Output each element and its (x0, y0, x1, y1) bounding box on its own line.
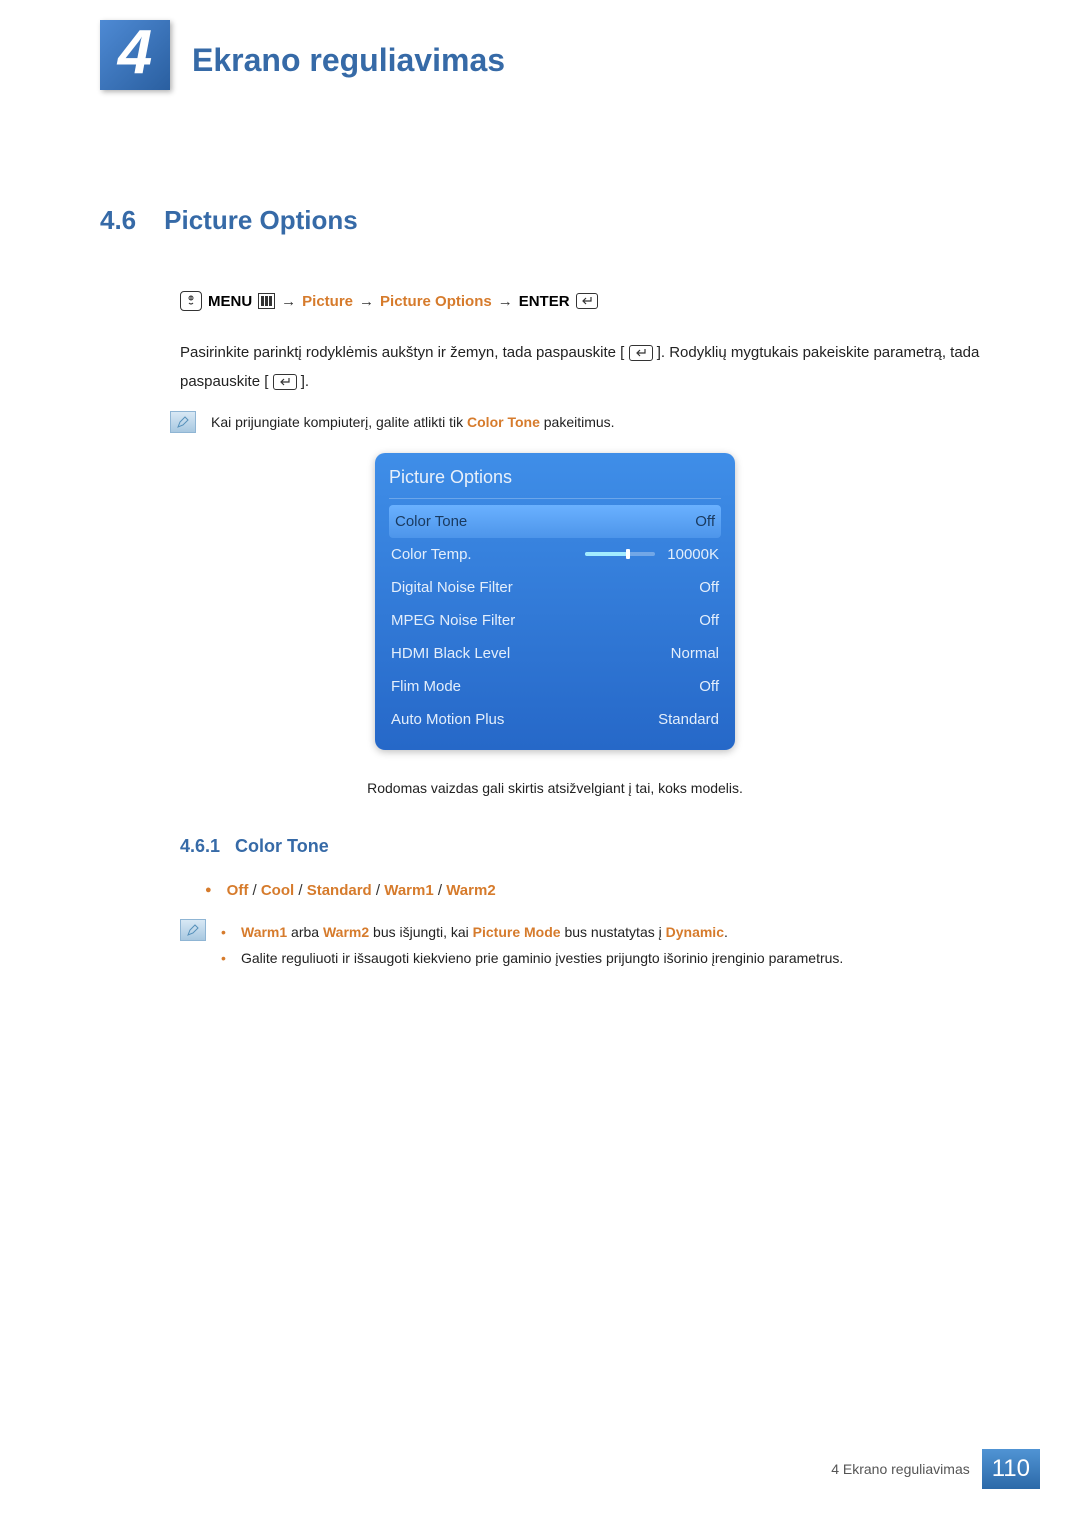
content-area: 4.6 Picture Options MENU → Picture → Pic… (0, 90, 1080, 972)
osd-caption: Rodomas vaizdas gali skirtis atsižvelgia… (100, 780, 1010, 796)
osd-row-label: Color Temp. (391, 546, 472, 563)
note-pencil-icon (180, 919, 206, 941)
osd-row[interactable]: HDMI Black Level Normal (389, 637, 721, 670)
osd-picture-options-panel: Picture Options Color Tone Off Color Temp.… (375, 453, 735, 750)
osd-row-value: Off (699, 678, 719, 695)
arrow-icon: → (498, 293, 513, 310)
note-list: Warm1 arba Warm2 bus išjungti, kai Pictu… (221, 919, 1010, 972)
osd-row-label: Digital Noise Filter (391, 579, 513, 596)
menu-label: MENU (208, 293, 252, 310)
separator: / (434, 882, 447, 899)
page-number: 110 (982, 1449, 1040, 1489)
osd-row-value: Off (699, 612, 719, 629)
osd-row-value: Off (699, 579, 719, 596)
osd-row-label: MPEG Noise Filter (391, 612, 515, 629)
subsection-number: 4.6.1 (180, 836, 220, 857)
note-block: Kai prijungiate kompiuterį, galite atlik… (170, 411, 1010, 435)
osd-row-value: Normal (671, 645, 719, 662)
osd-row-label: Color Tone (395, 513, 467, 530)
osd-row-label: HDMI Black Level (391, 645, 510, 662)
subsection-heading: 4.6.1 Color Tone (180, 836, 1010, 857)
option-value: Cool (261, 882, 294, 899)
separator: / (294, 882, 307, 899)
enter-button-icon (576, 293, 598, 309)
color-tone-options: ● Off / Cool / Standard / Warm1 / Warm2 (205, 882, 1010, 899)
section-number: 4.6 (100, 205, 136, 236)
osd-row[interactable]: Color Tone Off (389, 505, 721, 538)
osd-row-value: 10000K (585, 546, 719, 563)
note-list-item: Galite reguliuoti ir išsaugoti kiekvieno… (221, 945, 1010, 972)
subsection-title: Color Tone (235, 836, 329, 857)
page-header: 4 Ekrano reguliavimas (0, 0, 1080, 90)
separator: / (372, 882, 385, 899)
osd-row[interactable]: Auto Motion Plus Standard (389, 703, 721, 736)
osd-row-label: Auto Motion Plus (391, 711, 504, 728)
osd-row-value: Standard (658, 711, 719, 728)
osd-row[interactable]: Color Temp. 10000K (389, 538, 721, 571)
separator: / (248, 882, 261, 899)
note-list-item: Warm1 arba Warm2 bus išjungti, kai Pictu… (221, 919, 1010, 946)
note-text: Kai prijungiate kompiuterį, galite atlik… (211, 411, 615, 435)
option-value: Off (227, 882, 249, 899)
arrow-icon: → (359, 293, 374, 310)
path-picture: Picture (302, 293, 353, 310)
slider-icon (585, 552, 655, 556)
remote-button-icon (180, 291, 202, 311)
section-heading: 4.6 Picture Options (100, 205, 1010, 236)
option-value: Standard (307, 882, 372, 899)
intro-paragraph: Pasirinkite parinktį rodyklėmis aukštyn … (180, 339, 1010, 396)
menu-navigation-path: MENU → Picture → Picture Options → ENTER (180, 291, 1010, 311)
note-pencil-icon (170, 411, 196, 433)
path-picture-options: Picture Options (380, 293, 492, 310)
chapter-number-badge: 4 (100, 20, 170, 90)
chapter-title: Ekrano reguliavimas (192, 42, 505, 79)
menu-grid-icon (258, 293, 275, 309)
arrow-icon: → (281, 293, 296, 310)
osd-title: Picture Options (389, 467, 721, 499)
note-block: Warm1 arba Warm2 bus išjungti, kai Pictu… (180, 919, 1010, 972)
osd-row[interactable]: Digital Noise Filter Off (389, 571, 721, 604)
osd-row[interactable]: MPEG Noise Filter Off (389, 604, 721, 637)
osd-row-label: Flim Mode (391, 678, 461, 695)
osd-row-value: Off (695, 513, 715, 530)
enter-button-icon (273, 374, 297, 390)
page-footer: 4 Ekrano reguliavimas 110 (831, 1449, 1040, 1489)
option-value: Warm1 (384, 882, 433, 899)
enter-label: ENTER (519, 293, 570, 310)
enter-button-icon (629, 345, 653, 361)
option-value: Warm2 (446, 882, 495, 899)
footer-chapter-label: 4 Ekrano reguliavimas (831, 1461, 970, 1477)
bullet-icon: ● (205, 884, 212, 896)
section-title: Picture Options (164, 205, 358, 236)
osd-row[interactable]: Flim Mode Off (389, 670, 721, 703)
